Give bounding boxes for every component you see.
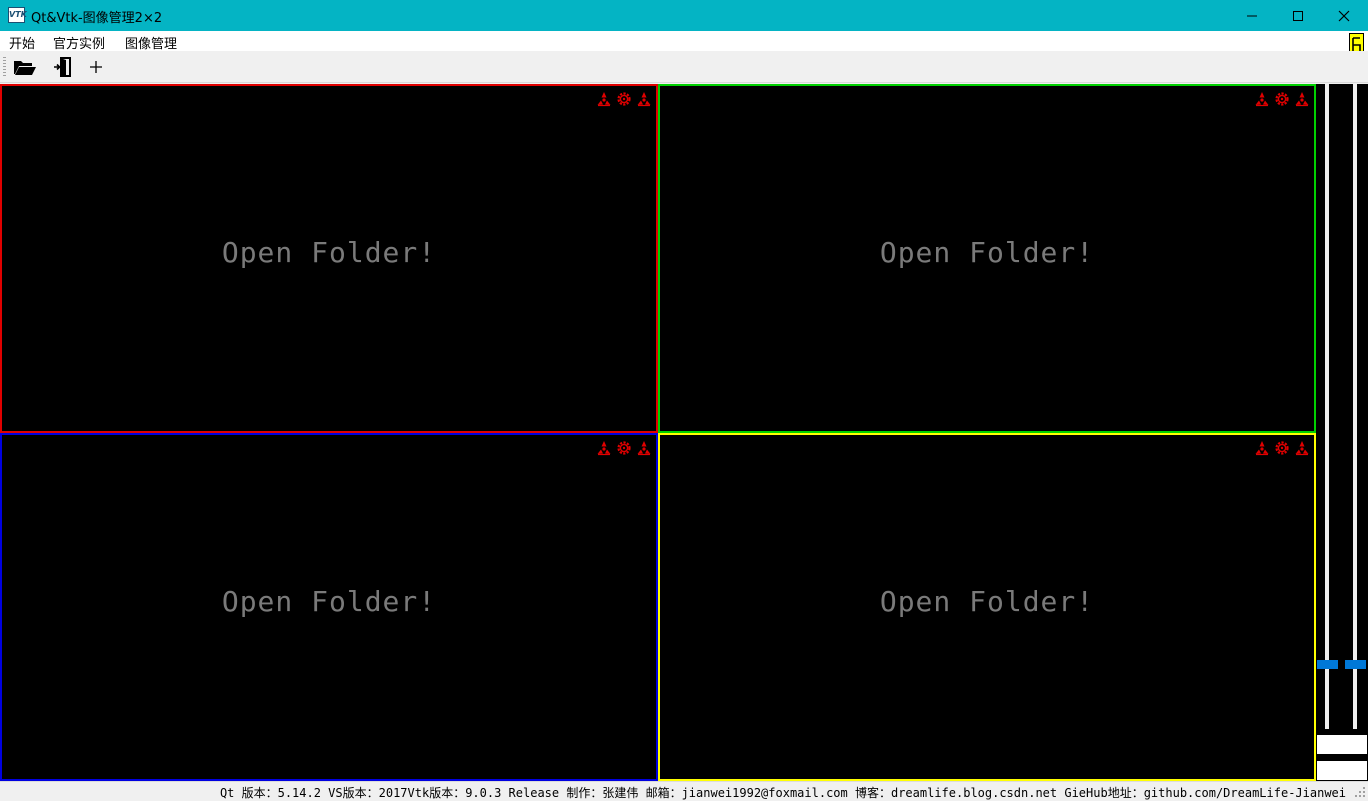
radiation-icon[interactable] (1254, 440, 1270, 456)
view-bottom-left[interactable]: Open Folder! (0, 433, 658, 781)
view-top-left[interactable]: Open Folder! (0, 84, 658, 433)
open-folder-button[interactable] (12, 55, 38, 79)
window-title: Qt&Vtk-图像管理2×2 (31, 11, 163, 26)
view-toolbar (1254, 440, 1310, 456)
maximize-button[interactable] (1275, 0, 1321, 31)
menu-official-examples[interactable]: 官方实例 (53, 33, 105, 52)
view-toolbar (596, 440, 652, 456)
side-input-top[interactable] (1317, 735, 1367, 754)
status-bar: Qt 版本：5.14.2 VS版本：2017Vtk版本：9.0.3 Releas… (0, 781, 1368, 800)
side-panel (1316, 84, 1368, 781)
radiation-icon[interactable] (636, 91, 652, 107)
gear-icon[interactable] (1274, 440, 1290, 456)
radiation-icon[interactable] (596, 440, 612, 456)
gear-icon[interactable] (1274, 91, 1290, 107)
menu-bar: 开始 官方实例 图像管理 (0, 31, 1368, 52)
view-toolbar (596, 91, 652, 107)
toolbar (0, 51, 1368, 83)
view-message: Open Folder! (879, 585, 1095, 618)
slider-handle-right[interactable] (1345, 660, 1366, 669)
view-toolbar (1254, 91, 1310, 107)
view-message: Open Folder! (221, 585, 437, 618)
menu-image-management[interactable]: 图像管理 (125, 33, 177, 52)
side-input-bottom[interactable] (1317, 761, 1367, 780)
view-message: Open Folder! (221, 236, 437, 269)
minimize-button[interactable] (1229, 0, 1275, 31)
view-message: Open Folder! (879, 236, 1095, 269)
gear-icon[interactable] (616, 91, 632, 107)
size-grip-icon[interactable] (1354, 786, 1366, 798)
gear-icon[interactable] (616, 440, 632, 456)
close-button[interactable] (1321, 0, 1367, 31)
radiation-icon[interactable] (1294, 91, 1310, 107)
maximize-icon (1293, 10, 1303, 21)
view-top-right[interactable]: Open Folder! (658, 84, 1316, 433)
slider-handle-left[interactable] (1317, 660, 1338, 669)
close-icon (1338, 10, 1350, 21)
radiation-icon[interactable] (636, 440, 652, 456)
menu-start[interactable]: 开始 (9, 33, 35, 52)
add-button[interactable] (83, 55, 109, 79)
slider-track-right[interactable] (1353, 84, 1357, 729)
radiation-icon[interactable] (1294, 440, 1310, 456)
plus-icon (90, 61, 102, 73)
status-text: Qt 版本：5.14.2 VS版本：2017Vtk版本：9.0.3 Releas… (219, 786, 1346, 800)
folder-open-icon (14, 61, 36, 75)
toolbar-grip[interactable] (3, 57, 6, 77)
radiation-icon[interactable] (596, 91, 612, 107)
view-bottom-right[interactable]: Open Folder! (658, 433, 1316, 781)
exit-door-icon (54, 57, 71, 77)
vtk-app-icon: VTK (8, 7, 27, 23)
slider-track-left[interactable] (1325, 84, 1329, 729)
exit-button[interactable] (50, 55, 76, 79)
radiation-icon[interactable] (1254, 91, 1270, 107)
title-bar: VTK Qt&Vtk-图像管理2×2 (0, 0, 1368, 31)
minimize-icon (1247, 15, 1257, 16)
